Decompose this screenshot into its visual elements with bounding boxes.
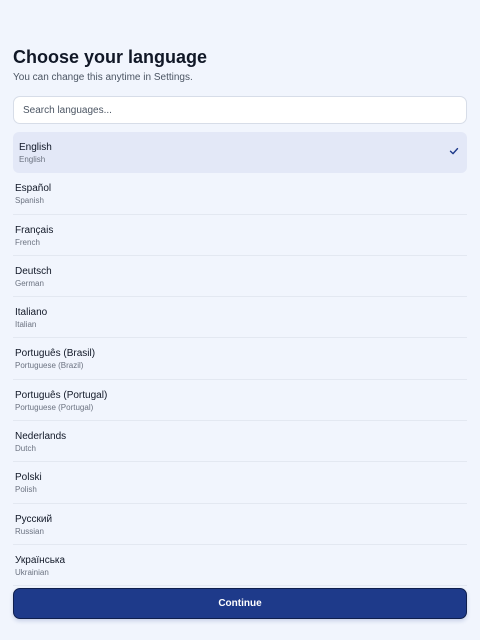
language-native-name: Deutsch [15,265,52,277]
language-english-name: French [15,237,40,247]
language-native-name: Українська [15,554,66,566]
check-icon [449,147,459,155]
language-option[interactable]: Nederlands Dutch [13,421,467,463]
language-option[interactable]: Deutsch German [13,256,467,298]
language-english-name: Russian [15,526,44,536]
language-english-name: English [19,155,46,164]
continue-button[interactable]: Continue [13,588,467,619]
language-list: English English Español Spanish Français Fren… [13,132,467,587]
language-native-name: Français [15,224,54,236]
language-picker-screen: Choose your language You can change this… [0,0,480,640]
search-box [13,96,467,124]
language-option[interactable]: Українська Ukrainian [13,545,467,587]
page-title: Choose your language [13,47,208,67]
language-english-name: Dutch [15,444,36,454]
language-native-name: English [19,142,52,153]
language-option[interactable]: Italiano Italian [13,297,467,339]
language-english-name: Polish [15,485,37,495]
language-native-name: Русский [15,513,53,525]
language-english-name: Portuguese (Brazil) [15,361,84,371]
language-english-name: German [15,278,44,288]
language-option[interactable]: English English [13,132,467,174]
language-native-name: Español [15,183,52,195]
language-option[interactable]: Français French [13,215,467,256]
language-native-name: Português (Portugal) [15,389,108,401]
language-native-name: Português (Brasil) [15,348,96,360]
language-english-name: Spanish [15,196,44,206]
language-native-name: Italiano [15,307,48,319]
language-english-name: Portuguese (Portugal) [15,402,94,412]
language-english-name: Ukrainian [15,567,49,577]
language-option[interactable]: Português (Brasil) Portuguese (Brazil) [13,338,467,380]
language-native-name: Polski [15,472,42,484]
page-subtitle: You can change this anytime in Settings. [13,72,193,83]
language-english-name: Italian [15,320,37,330]
language-option[interactable]: Русский Russian [13,504,467,545]
language-option[interactable]: Polski Polish [13,462,467,504]
language-option[interactable]: Español Spanish [13,173,467,215]
language-option[interactable]: Português (Portugal) Portuguese (Portugal… [13,380,467,422]
language-native-name: Nederlands [15,431,67,443]
search-input[interactable] [14,97,466,123]
